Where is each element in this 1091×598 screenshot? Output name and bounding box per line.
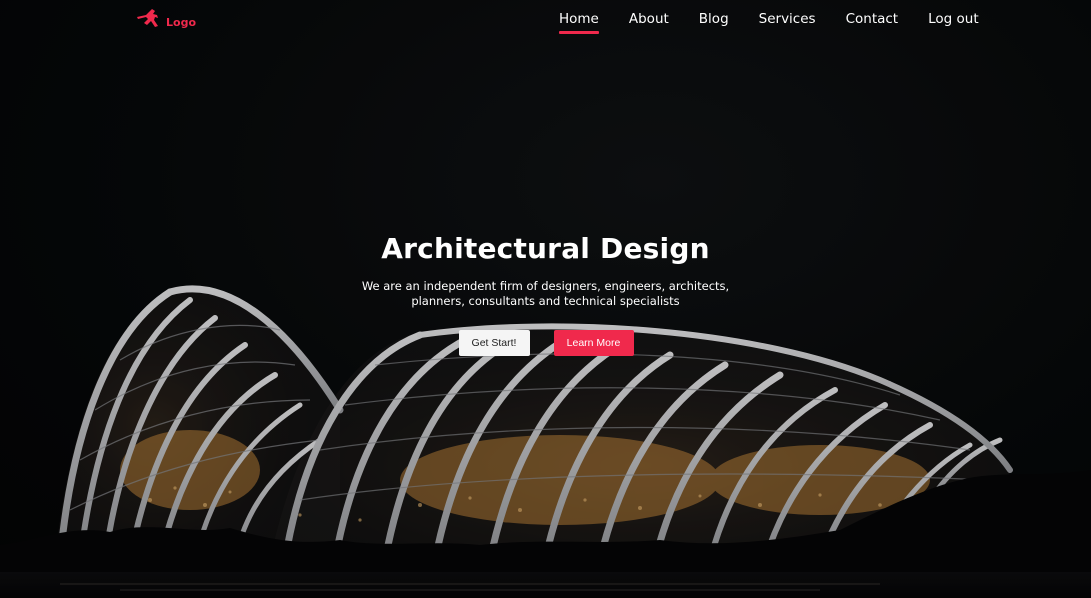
main-nav: Home About Blog Services Contact Log out — [544, 10, 994, 34]
nav-item-about[interactable]: About — [614, 10, 684, 28]
nav-item-services[interactable]: Services — [744, 10, 831, 28]
nav-item-blog[interactable]: Blog — [684, 10, 744, 28]
nav-item-logout[interactable]: Log out — [913, 10, 994, 28]
hero-subtitle: We are an independent firm of designers,… — [361, 279, 730, 308]
landing-page: Logo Home About Blog Services Contact Lo… — [0, 0, 1091, 598]
nav-item-contact[interactable]: Contact — [831, 10, 914, 28]
logo-text: Logo — [166, 15, 196, 29]
nav-item-home[interactable]: Home — [544, 10, 614, 34]
logo-link[interactable]: Logo — [136, 8, 196, 30]
get-start-button[interactable]: Get Start! — [458, 330, 530, 356]
logo-icon — [136, 8, 162, 30]
hero-buttons: Get Start! Learn More — [0, 330, 1091, 356]
learn-more-button[interactable]: Learn More — [553, 330, 634, 356]
hero-section: Architectural Design We are an independe… — [0, 232, 1091, 356]
hero-title: Architectural Design — [381, 232, 710, 265]
